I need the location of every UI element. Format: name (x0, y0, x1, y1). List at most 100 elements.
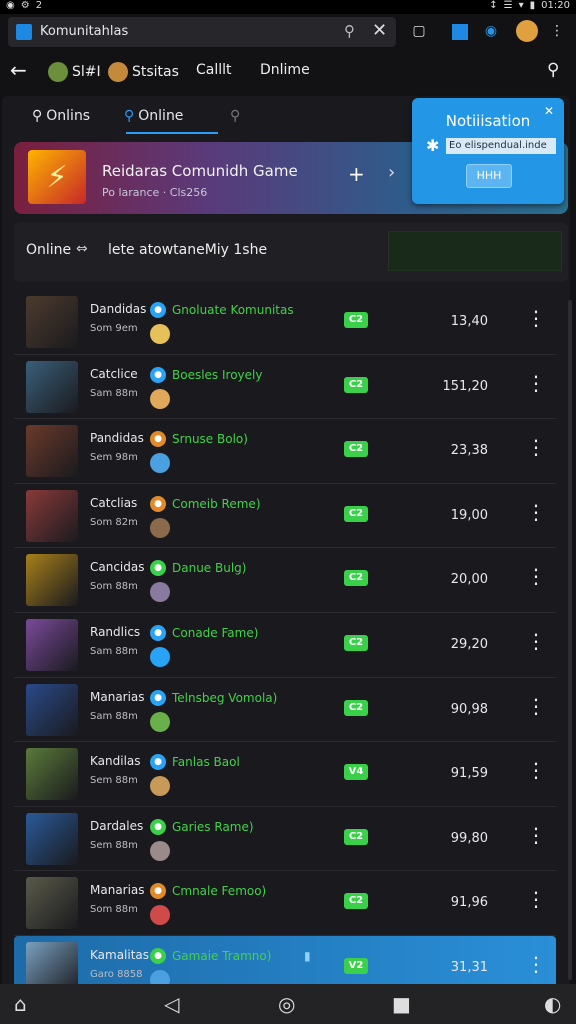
filter-preview[interactable] (388, 231, 562, 271)
user-avatar (150, 840, 170, 861)
row-game: Garies Rame) (172, 819, 254, 834)
banner-title: Reidaras Comunidh Game (102, 162, 298, 180)
chevron-right-icon[interactable]: › (388, 162, 395, 183)
avatar (108, 62, 128, 82)
row-subtitle: Sem 88m (90, 775, 138, 787)
status-bar: ◉ ⚙ 2 ↕ ☰ ▾ ▮ 01:20 (0, 0, 576, 14)
more-options-icon[interactable]: ⋮ (526, 631, 546, 651)
search-icon[interactable]: ⚲ (547, 60, 559, 80)
list-item[interactable]: Cancidas Som 88m ● Danue Bulg) C2 20,00 … (14, 548, 556, 613)
list-item[interactable]: Catclice Sam 88m ● Boesles Iroyely C2 15… (14, 355, 556, 420)
row-subtitle: Sam 88m (90, 387, 138, 399)
nav-item[interactable]: Dnlime (260, 62, 310, 78)
row-badge: V4 (344, 764, 368, 781)
address-title: Komunitahlas (40, 24, 129, 39)
nav-item[interactable]: Sl#I (48, 62, 101, 82)
address-bar[interactable]: Komunitahlas ⚲ ✕ (8, 17, 396, 47)
nav-item[interactable]: Calllt (196, 62, 232, 78)
nav-item[interactable]: Stsitas (108, 62, 179, 82)
more-options-icon[interactable]: ⋮ (526, 889, 546, 909)
more-options-icon[interactable]: ⋮ (526, 373, 546, 393)
row-game: Boesles Iroyely (172, 367, 263, 382)
profile-avatar[interactable] (516, 20, 538, 42)
row-badge: C2 (344, 505, 368, 522)
status-icon: ● (150, 495, 166, 512)
row-value: 91,59 (450, 766, 488, 782)
back-triangle-icon[interactable]: ◁ (164, 992, 179, 1016)
list-item[interactable]: Dardales Sem 88m ● Garies Rame) C2 99,80… (14, 807, 556, 872)
notification-body: Eo elispendual.inde (446, 138, 556, 154)
filter-label[interactable]: Online (26, 242, 71, 258)
row-name: Randlics (90, 624, 141, 639)
scrollbar[interactable] (568, 300, 572, 980)
more-options-icon[interactable]: ⋮ (526, 308, 546, 328)
home-icon[interactable]: ⌂ (14, 992, 27, 1016)
row-game: Danue Bulg) (172, 561, 247, 576)
more-options-icon[interactable]: ⋮ (526, 696, 546, 716)
tab-bar: ⚲ Onlins ⚲ Online ⚲ (14, 100, 394, 138)
row-name: Kandilas (90, 754, 141, 769)
more-options-icon[interactable]: ⋮ (526, 760, 546, 780)
row-name: Manarias (90, 689, 145, 704)
more-icon[interactable]: ⋮ (546, 20, 568, 42)
accessibility-icon[interactable]: ◐ (544, 992, 561, 1016)
game-thumbnail (26, 812, 78, 865)
row-value: 31,31 (450, 959, 488, 975)
status-icon: ● (150, 689, 166, 706)
status-icon: ● (150, 818, 166, 835)
row-game: Srnuse Bolo) (172, 432, 248, 447)
row-game: Comeib Reme) (172, 496, 261, 511)
community-list: Dandidas Som 9em ● Gnoluate Komunitas C2… (14, 290, 556, 1001)
row-game: Cmnale Femoo) (172, 884, 267, 899)
tab-search[interactable]: ⚲ (230, 108, 244, 124)
system-nav-bar: ⌂ ◁ ◎ ■ ◐ (0, 984, 576, 1024)
add-icon[interactable]: + (348, 162, 365, 186)
list-item[interactable]: Pandidas Sem 98m ● Srnuse Bolo) C2 23,38… (14, 419, 556, 484)
row-subtitle: Sem 98m (90, 452, 138, 464)
search-icon: ⚲ (32, 108, 43, 124)
list-item[interactable]: Kandilas Sem 88m ● Fanlas Baol V4 91,59 … (14, 742, 556, 807)
home-circle-icon[interactable]: ◎ (278, 992, 295, 1016)
row-badge: C2 (344, 312, 368, 328)
back-arrow-icon[interactable]: ← (10, 58, 27, 82)
tab-online[interactable]: ⚲ Online (124, 108, 183, 124)
more-options-icon[interactable]: ⋮ (526, 566, 546, 586)
list-item[interactable]: Catclias Som 82m ● Comeib Reme) C2 19,00… (14, 484, 556, 549)
nav-item-label: Dnlime (260, 62, 310, 78)
search-icon[interactable]: ⚲ (344, 22, 355, 40)
recents-icon[interactable]: ■ (392, 992, 411, 1016)
more-options-icon[interactable]: ⋮ (526, 954, 546, 974)
row-badge: V2 (344, 957, 368, 974)
notification-title: Notiiisation (445, 112, 531, 130)
row-name: Dardales (90, 818, 144, 833)
game-thumbnail (26, 554, 78, 607)
status-left-icons: ◉ ⚙ 2 (6, 0, 42, 11)
close-icon[interactable]: ✕ (372, 20, 387, 41)
row-subtitle: Sem 88m (90, 839, 138, 851)
app-icon[interactable] (452, 24, 468, 40)
record-icon[interactable]: ◉ (480, 20, 502, 42)
more-options-icon[interactable]: ⋮ (526, 437, 546, 457)
notification-button[interactable]: HHH (466, 164, 512, 188)
tab-onlins[interactable]: ⚲ Onlins (32, 108, 90, 124)
row-badge: C2 (344, 570, 368, 587)
user-avatar (150, 776, 170, 797)
status-right-icons: ↕ ☰ ▾ ▮ 01:20 (489, 0, 570, 11)
row-name: Pandidas (90, 431, 144, 446)
tabs-icon[interactable]: ▢ (408, 20, 430, 42)
row-subtitle: Som 82m (90, 516, 138, 528)
row-badge: C2 (344, 828, 368, 845)
navbar: ← Sl#I Stsitas Calllt Dnlime ⚲ (0, 52, 576, 92)
row-subtitle: Sam 88m (90, 645, 138, 657)
more-options-icon[interactable]: ⋮ (526, 825, 546, 845)
list-item[interactable]: Randlics Sam 88m ● Conade Fame) C2 29,20… (14, 613, 556, 678)
more-options-icon[interactable]: ⋮ (526, 502, 546, 522)
list-item[interactable]: Dandidas Som 9em ● Gnoluate Komunitas C2… (14, 290, 556, 355)
list-item[interactable]: Manarias Sam 88m ● Telnsbeg Vomola) C2 9… (14, 678, 556, 743)
list-item[interactable]: Manarias Som 88m ● Cmnale Femoo) C2 91,9… (14, 871, 556, 936)
game-thumbnail (26, 618, 78, 671)
user-avatar (150, 517, 170, 538)
notification-popup: ✕ Notiiisation ✱ Eo elispendual.inde HHH (412, 98, 564, 204)
row-name: Catclias (90, 495, 138, 510)
user-avatar (150, 324, 170, 344)
